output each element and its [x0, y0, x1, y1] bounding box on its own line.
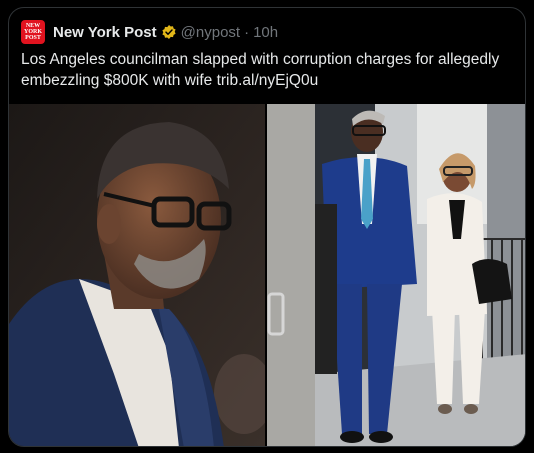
photo-councilman-portrait[interactable] [9, 104, 265, 446]
post-timestamp[interactable]: 10h [253, 24, 278, 41]
separator-dot: · [244, 23, 250, 41]
photo-couple-walking[interactable] [267, 104, 525, 446]
tweet-header: NEW YORK POST New York Post @nypost · 10… [21, 20, 278, 44]
tweet-card[interactable]: NEW YORK POST New York Post @nypost · 10… [8, 7, 526, 447]
avatar-line-3: POST [25, 35, 41, 41]
author-name[interactable]: New York Post [53, 24, 157, 41]
avatar[interactable]: NEW YORK POST [21, 20, 45, 44]
tweet-text: Los Angeles councilman slapped with corr… [21, 51, 500, 89]
tweet-media [9, 104, 525, 446]
verified-badge-icon [161, 24, 177, 40]
author-handle[interactable]: @nypost [181, 24, 240, 41]
